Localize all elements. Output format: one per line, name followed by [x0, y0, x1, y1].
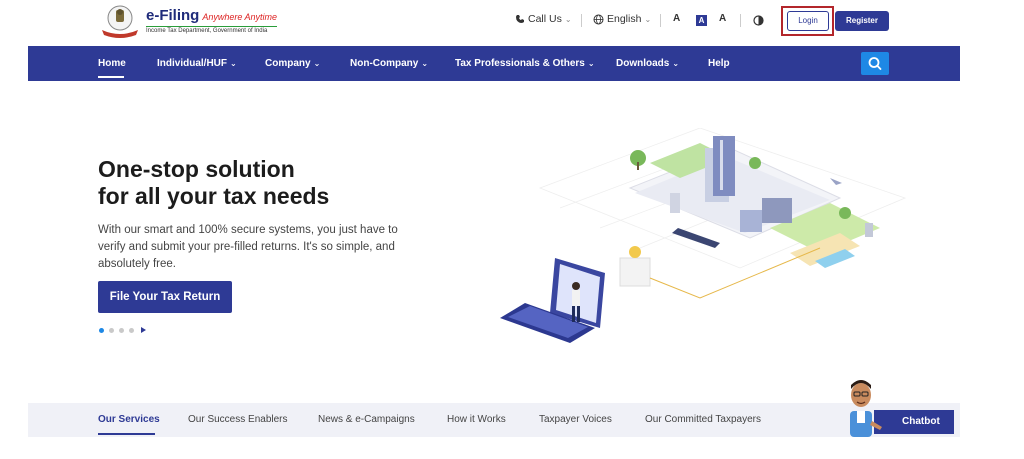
- file-tax-return-button[interactable]: File Your Tax Return: [98, 281, 232, 313]
- nav-item-home[interactable]: Home: [98, 58, 126, 69]
- header: e-Filing Anywhere Anytime Income Tax Depa…: [28, 0, 960, 46]
- hero-description: With our smart and 100% secure systems, …: [98, 224, 398, 270]
- page: e-Filing Anywhere Anytime Income Tax Depa…: [0, 0, 1024, 459]
- divider: [660, 14, 661, 27]
- hero-illustration: [500, 128, 907, 343]
- language-label: English: [607, 13, 642, 25]
- brand-subtitle: Income Tax Department, Government of Ind…: [146, 26, 278, 34]
- tab-taxpayer-voices[interactable]: Taxpayer Voices: [539, 414, 612, 425]
- nav-item-tax-professionals[interactable]: Tax Professionals & Others ⌄: [455, 58, 595, 69]
- brand-title: e-Filing: [146, 7, 200, 24]
- search-button[interactable]: [861, 52, 889, 75]
- nav-item-label: Individual/HUF: [157, 58, 227, 69]
- nav-item-non-company[interactable]: Non-Company ⌄: [350, 58, 428, 69]
- section-tabs: Our Services Our Success Enablers News &…: [28, 403, 960, 437]
- site-logo[interactable]: e-Filing Anywhere Anytime Income Tax Depa…: [98, 4, 278, 38]
- carousel-dot[interactable]: [129, 327, 134, 333]
- nav-item-label: Tax Professionals & Others: [455, 58, 585, 69]
- brand-tagline: Anywhere Anytime: [202, 12, 278, 22]
- carousel-dot[interactable]: [99, 327, 104, 333]
- nav-item-label: Help: [708, 58, 730, 69]
- carousel-dot[interactable]: [109, 327, 114, 333]
- tab-our-services[interactable]: Our Services: [98, 414, 160, 425]
- chevron-down-icon: ⌄: [230, 59, 237, 68]
- carousel-indicators: [99, 327, 146, 333]
- hero-title: One-stop solution for all your tax needs: [98, 156, 329, 210]
- nav-active-indicator: [98, 76, 124, 78]
- chevron-down-icon: ⌄: [313, 59, 321, 68]
- language-selector[interactable]: English ⌄: [593, 13, 651, 25]
- font-normal-button[interactable]: A: [696, 15, 707, 26]
- chevron-down-icon: ⌄: [564, 14, 572, 24]
- chevron-down-icon: ⌄: [672, 59, 680, 68]
- chatbot-avatar-icon[interactable]: [838, 375, 886, 437]
- login-button[interactable]: Login: [787, 11, 829, 31]
- chevron-down-icon: ⌄: [644, 14, 652, 24]
- carousel-dot[interactable]: [119, 327, 124, 333]
- nav-item-label: Downloads: [616, 58, 670, 69]
- nav-item-individual[interactable]: Individual/HUF ⌄: [157, 58, 237, 69]
- nav-item-label: Home: [98, 58, 126, 69]
- hero-title-line: for all your tax needs: [98, 183, 330, 209]
- call-us-menu[interactable]: Call Us ⌄: [515, 13, 572, 25]
- divider: [740, 14, 741, 27]
- nav-item-label: Company: [265, 58, 311, 69]
- divider: [581, 14, 582, 27]
- nav-item-help[interactable]: Help: [708, 58, 730, 69]
- font-decrease-button[interactable]: A: [673, 13, 680, 24]
- tab-news-campaigns[interactable]: News & e-Campaigns: [318, 414, 415, 425]
- nav-item-company[interactable]: Company ⌄: [265, 58, 320, 69]
- main-nav: Home Individual/HUF ⌄ Company ⌄ Non-Compan…: [28, 46, 960, 81]
- phone-icon: [516, 15, 524, 23]
- chevron-down-icon: ⌄: [421, 59, 429, 68]
- chevron-down-icon: ⌄: [587, 59, 595, 68]
- play-icon[interactable]: [141, 327, 146, 333]
- contrast-icon[interactable]: [753, 15, 764, 26]
- search-icon: [868, 57, 882, 70]
- national-emblem-icon: [102, 5, 138, 38]
- register-button[interactable]: Register: [835, 11, 889, 31]
- chatbot-button[interactable]: Chatbot: [874, 410, 954, 434]
- tab-how-it-works[interactable]: How it Works: [447, 414, 506, 425]
- tab-committed-taxpayers[interactable]: Our Committed Taxpayers: [645, 414, 761, 425]
- call-us-label: Call Us: [528, 13, 562, 25]
- nav-item-downloads[interactable]: Downloads ⌄: [616, 58, 679, 69]
- globe-icon: [593, 14, 604, 24]
- tab-success-enablers[interactable]: Our Success Enablers: [188, 414, 288, 425]
- hero-title-line: One-stop solution: [98, 156, 295, 182]
- nav-item-label: Non-Company: [350, 58, 419, 69]
- tab-active-indicator: [98, 433, 155, 435]
- font-increase-button[interactable]: A: [719, 13, 726, 24]
